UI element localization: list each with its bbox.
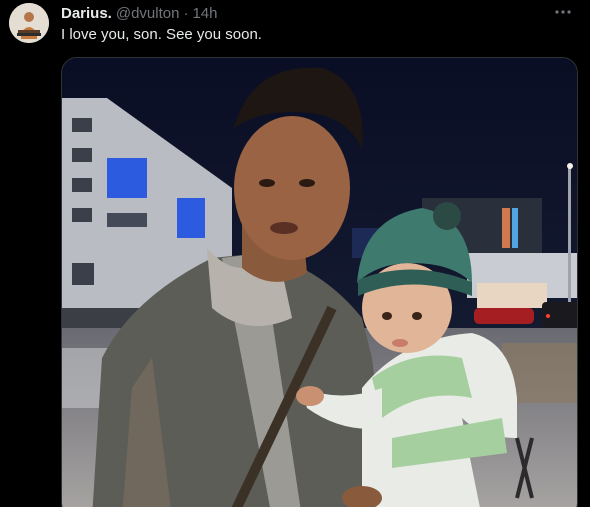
separator-dot: · [183, 4, 189, 22]
more-dots-icon [555, 10, 571, 14]
more-options-button[interactable] [552, 2, 574, 22]
timestamp[interactable]: 14h [192, 5, 217, 22]
tweet-photo[interactable] [61, 57, 578, 507]
tweet-text: I love you, son. See you soon. [61, 26, 262, 43]
tweet-header: Darius. @dvulton · 14h [61, 3, 218, 23]
tweet[interactable]: Darius. @dvulton · 14h I love you, son. … [0, 0, 590, 507]
user-handle[interactable]: @dvulton [116, 5, 180, 22]
avatar[interactable] [9, 3, 49, 43]
display-name[interactable]: Darius. [61, 5, 112, 22]
